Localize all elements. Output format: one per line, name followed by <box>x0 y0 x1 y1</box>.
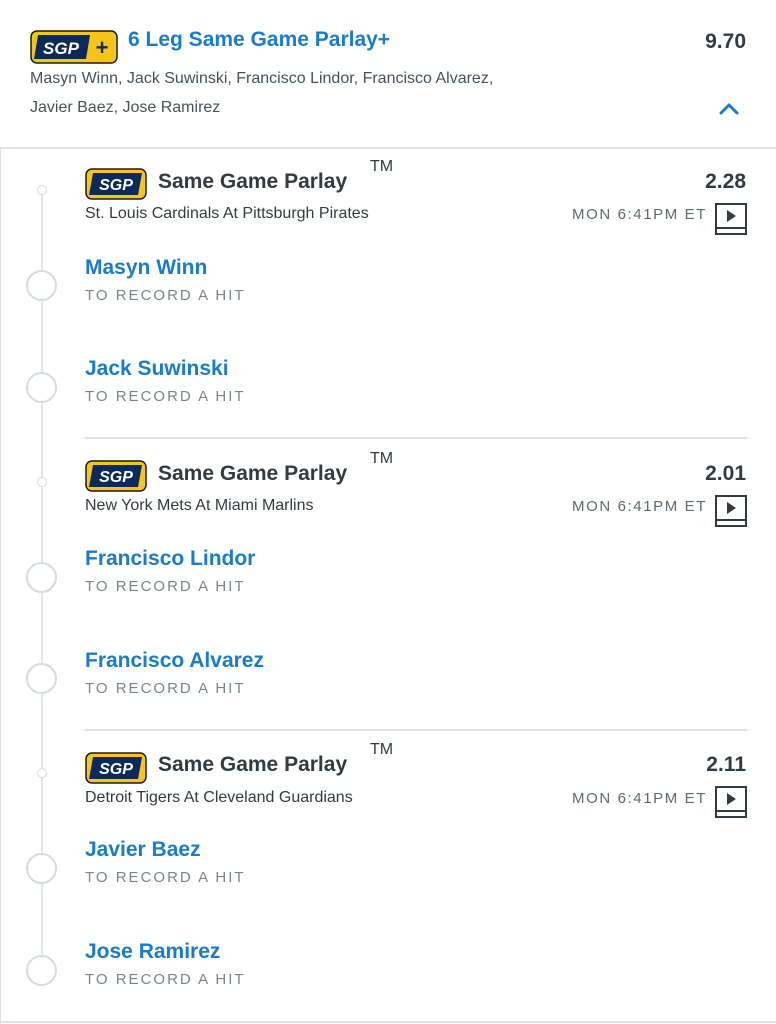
timeline-leg-dot <box>26 270 57 301</box>
sgp-badge-text: SGP <box>99 469 133 486</box>
leg-market: TO RECORD A HIT <box>85 287 246 304</box>
group-odds: 2.28 <box>705 170 746 193</box>
divider <box>85 437 747 439</box>
chevron-up-icon[interactable] <box>717 98 741 118</box>
parlay-legs-summary: Masyn Winn, Jack Suwinski, Francisco Lin… <box>30 64 590 122</box>
group-title-text: Same Game Parlay <box>158 170 348 193</box>
game-time: MON 6:41PM ET <box>572 498 707 515</box>
leg-market: TO RECORD A HIT <box>85 388 246 405</box>
group-title: Same Game Parlay TM <box>158 450 393 486</box>
timeline-leg-dot <box>26 853 57 884</box>
legs-summary-line: Masyn Winn, Jack Suwinski, Francisco Lin… <box>30 70 494 87</box>
leg-player-name[interactable]: Jack Suwinski <box>85 357 229 381</box>
group-odds: 2.01 <box>705 462 746 485</box>
sgp-plus-badge: SGP + <box>30 30 118 64</box>
group-title: Same Game Parlay TM <box>158 741 393 777</box>
play-icon[interactable] <box>715 495 747 527</box>
trademark: TM <box>370 450 394 467</box>
sgp-badge-text: SGP <box>43 39 80 58</box>
group-title-text: Same Game Parlay <box>158 462 348 485</box>
timeline-leg-dot <box>26 562 57 593</box>
game-time: MON 6:41PM ET <box>572 206 707 223</box>
timeline-leg-dot <box>26 372 57 403</box>
sgp-badge: SGP <box>85 168 147 200</box>
parlay-odds: 9.70 <box>705 30 746 53</box>
play-icon[interactable] <box>715 203 747 235</box>
legs-summary-line: Javier Baez, Jose Ramirez <box>30 99 221 116</box>
leg-player-name[interactable]: Masyn Winn <box>85 256 207 280</box>
timeline-group-dot <box>37 477 47 487</box>
divider <box>0 1021 776 1023</box>
divider <box>85 729 747 731</box>
game-matchup[interactable]: New York Mets At Miami Marlins <box>85 497 314 515</box>
sgp-badge-text: SGP <box>99 177 133 194</box>
parlay-title[interactable]: 6 Leg Same Game Parlay+ <box>128 28 390 52</box>
group-title-text: Same Game Parlay <box>158 753 348 776</box>
plus-glyph: + <box>96 35 109 60</box>
leg-player-name[interactable]: Javier Baez <box>85 838 201 862</box>
trademark: TM <box>370 741 394 758</box>
timeline-group-dot <box>37 185 47 195</box>
game-matchup[interactable]: St. Louis Cardinals At Pittsburgh Pirate… <box>85 205 369 223</box>
game-matchup[interactable]: Detroit Tigers At Cleveland Guardians <box>85 789 353 807</box>
leg-market: TO RECORD A HIT <box>85 971 246 988</box>
sgp-badge: SGP <box>85 752 147 784</box>
timeline-leg-dot <box>26 955 57 986</box>
play-icon[interactable] <box>715 786 747 818</box>
group-odds: 2.11 <box>706 753 746 776</box>
sgp-badge: SGP <box>85 460 147 492</box>
group-title: Same Game Parlay TM <box>158 158 393 194</box>
leg-player-name[interactable]: Jose Ramirez <box>85 940 220 964</box>
divider <box>0 148 1 1024</box>
game-time: MON 6:41PM ET <box>572 790 707 807</box>
leg-player-name[interactable]: Francisco Lindor <box>85 547 255 571</box>
leg-market: TO RECORD A HIT <box>85 680 246 697</box>
leg-player-name[interactable]: Francisco Alvarez <box>85 649 264 673</box>
trademark: TM <box>370 158 394 175</box>
leg-market: TO RECORD A HIT <box>85 578 246 595</box>
sgp-badge-text: SGP <box>99 761 133 778</box>
divider <box>0 147 776 149</box>
leg-market: TO RECORD A HIT <box>85 869 246 886</box>
timeline-leg-dot <box>26 663 57 694</box>
timeline-group-dot <box>37 768 47 778</box>
